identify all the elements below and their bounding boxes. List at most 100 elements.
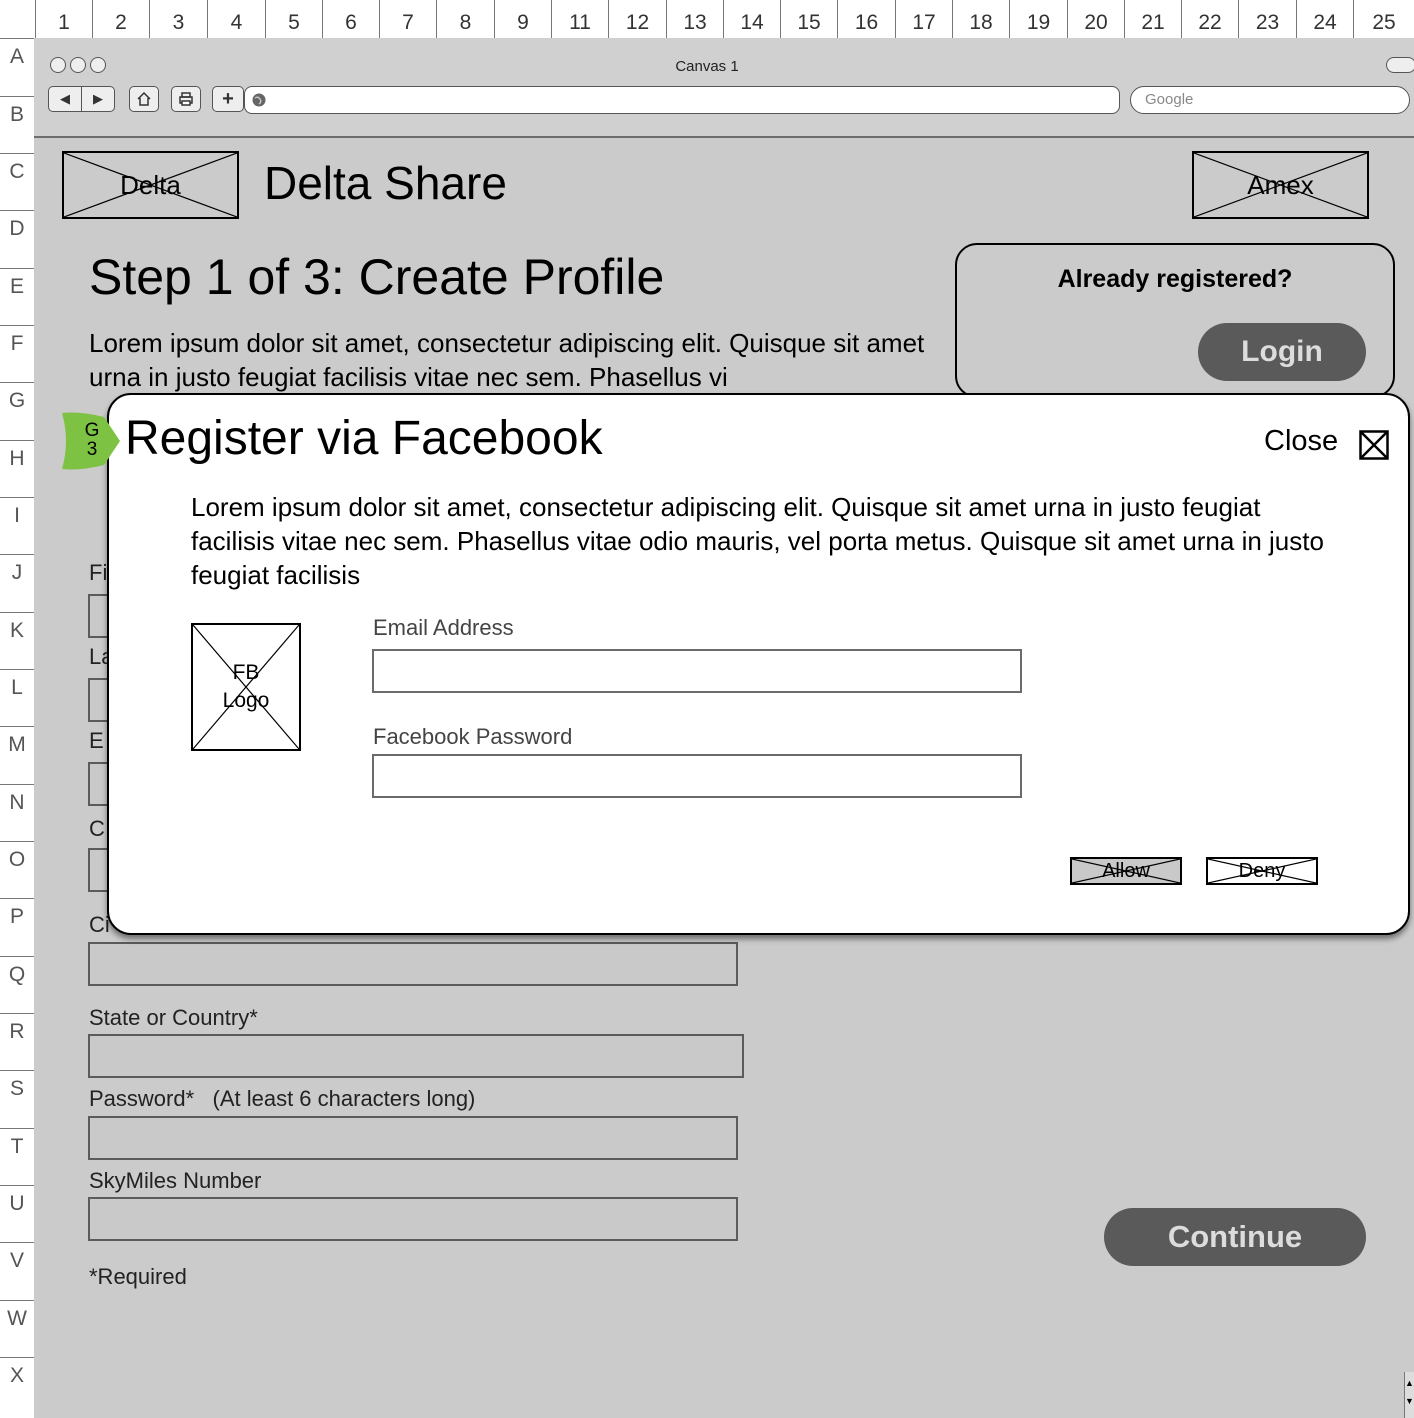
forward-button[interactable]: ▶ xyxy=(81,86,115,112)
first-name-label: Fi xyxy=(89,560,108,585)
modal-title: Register via Facebook xyxy=(125,412,603,465)
continue-button[interactable]: Continue xyxy=(1104,1208,1366,1266)
state-country-field[interactable] xyxy=(88,1034,744,1078)
ruler-row: T xyxy=(0,1128,34,1185)
amex-logo-placeholder: Amex xyxy=(1192,151,1369,219)
facebook-password-label: Facebook Password xyxy=(373,724,573,749)
skymiles-field[interactable] xyxy=(88,1197,738,1241)
ruler-col: 14 xyxy=(723,0,780,38)
globe-icon xyxy=(252,93,266,107)
print-button[interactable] xyxy=(171,86,201,112)
search-field[interactable]: Google xyxy=(1130,86,1410,114)
ruler-row: I xyxy=(0,497,34,554)
c-label: C xyxy=(89,816,105,841)
badge-line-1: G xyxy=(84,420,100,441)
ruler-row: C xyxy=(0,153,34,210)
allow-button-label: Allow xyxy=(1102,859,1150,882)
deny-button[interactable]: Deny xyxy=(1206,857,1318,885)
ruler-col: 24 xyxy=(1296,0,1353,38)
ruler-col: 21 xyxy=(1124,0,1181,38)
email-label: E xyxy=(89,728,104,753)
ruler-col: 17 xyxy=(895,0,952,38)
ruler-col: 23 xyxy=(1238,0,1296,38)
allow-button[interactable]: Allow xyxy=(1070,857,1182,885)
intro-text: Lorem ipsum dolor sit amet, consectetur … xyxy=(89,328,925,392)
facebook-register-modal: Register via Facebook Close Lorem ipsum … xyxy=(107,393,1410,935)
annotation-badge: G 3 xyxy=(62,411,120,471)
ruler-row: L xyxy=(0,669,34,726)
ruler-col: 20 xyxy=(1067,0,1124,38)
required-note: *Required xyxy=(89,1264,187,1289)
ruler-col: 9 xyxy=(494,0,551,38)
back-button[interactable]: ◀ xyxy=(48,86,82,112)
city-field[interactable] xyxy=(88,942,738,986)
browser-window: Canvas 1 ◀ ▶ + Google Delta Delta Share … xyxy=(34,38,1414,1418)
ruler-col: 5 xyxy=(265,0,322,38)
ruler-row: S xyxy=(0,1070,34,1128)
page-title: Step 1 of 3: Create Profile xyxy=(89,249,665,305)
ruler-row: K xyxy=(0,612,34,669)
ruler-row: W xyxy=(0,1300,34,1357)
ruler-row: E xyxy=(0,268,34,325)
ruler-col: 2 xyxy=(92,0,149,38)
scroll-up-icon[interactable]: ▲ xyxy=(1405,1378,1414,1388)
print-icon xyxy=(179,92,193,106)
delta-logo-placeholder: Delta xyxy=(62,151,239,219)
ruler-row: B xyxy=(0,96,34,153)
ruler-row: Q xyxy=(0,956,34,1013)
ruler-col: 15 xyxy=(780,0,837,38)
scroll-down-icon[interactable]: ▼ xyxy=(1405,1396,1414,1406)
ruler-col: 6 xyxy=(322,0,379,38)
deny-button-label: Deny xyxy=(1238,859,1286,882)
ruler-col: 16 xyxy=(837,0,895,38)
home-icon xyxy=(137,91,151,106)
ruler-col: 1 xyxy=(35,0,92,38)
home-button[interactable] xyxy=(129,86,159,112)
badge-line-2: 3 xyxy=(86,439,98,460)
ruler-row: F xyxy=(0,325,34,382)
facebook-password-input[interactable] xyxy=(372,754,1022,798)
ruler-row: X xyxy=(0,1357,34,1418)
ruler-row: V xyxy=(0,1242,34,1300)
state-country-label: State or Country* xyxy=(89,1005,258,1030)
ruler-col: 12 xyxy=(608,0,666,38)
top-ruler: 1 2 3 4 5 6 7 8 9 11 12 13 14 15 16 17 1… xyxy=(0,0,1414,39)
close-icon[interactable] xyxy=(1359,430,1389,460)
ruler-row: N xyxy=(0,784,34,841)
scrollbar[interactable]: ▲ ▼ xyxy=(1404,1372,1414,1418)
ruler-col: 25 xyxy=(1353,0,1414,38)
amex-logo-label: Amex xyxy=(1247,169,1314,200)
browser-toolbar: Canvas 1 ◀ ▶ + Google xyxy=(34,38,1414,138)
add-bookmark-button[interactable]: + xyxy=(212,86,244,112)
back-arrow-icon: ◀ xyxy=(60,91,70,106)
facebook-logo-label: FB Logo xyxy=(222,661,270,712)
ruler-col: 18 xyxy=(952,0,1009,38)
facebook-logo-placeholder: FB Logo xyxy=(191,623,301,751)
ruler-col: 4 xyxy=(207,0,265,38)
site-title: Delta Share xyxy=(264,157,507,209)
close-label[interactable]: Close xyxy=(1264,425,1338,458)
ruler-col: 11 xyxy=(551,0,608,38)
login-heading: Already registered? xyxy=(1057,265,1293,293)
ruler-row: R xyxy=(0,1013,34,1070)
login-button[interactable]: Login xyxy=(1198,323,1366,381)
password-field[interactable] xyxy=(88,1116,738,1160)
login-panel: Already registered? Login xyxy=(955,243,1395,398)
ruler-row: G xyxy=(0,382,34,440)
address-bar[interactable] xyxy=(244,86,1120,114)
password-label: Password* (At least 6 characters long) xyxy=(89,1086,476,1111)
ruler-col: 8 xyxy=(436,0,494,38)
toolbar-toggle-icon[interactable] xyxy=(1386,57,1414,73)
left-ruler: A B C D E F G H I J K L M N O P Q R S T … xyxy=(0,38,35,1418)
ruler-row: O xyxy=(0,841,34,898)
skymiles-label: SkyMiles Number xyxy=(89,1168,262,1193)
plus-icon: + xyxy=(222,87,234,110)
ruler-row: P xyxy=(0,898,34,956)
ruler-row: U xyxy=(0,1185,34,1242)
ruler-row: H xyxy=(0,440,34,497)
email-address-input[interactable] xyxy=(372,649,1022,693)
ruler-col: 7 xyxy=(379,0,436,38)
ruler-col: 22 xyxy=(1181,0,1238,38)
ruler-col: 13 xyxy=(666,0,723,38)
modal-description: Lorem ipsum dolor sit amet, consectetur … xyxy=(191,492,1324,590)
